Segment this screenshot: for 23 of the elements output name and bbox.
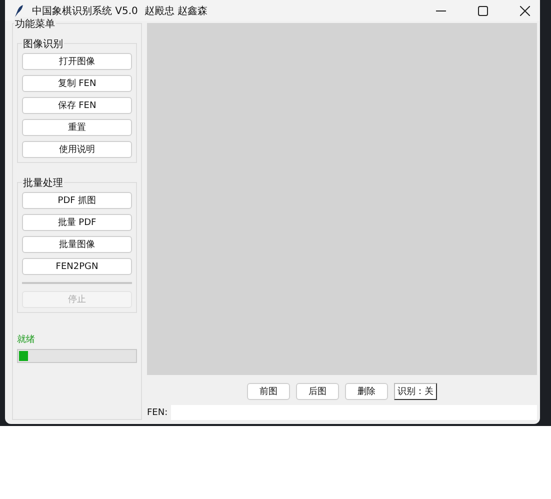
feather-icon (14, 4, 24, 18)
menu-button[interactable]: 打开图像 (22, 53, 132, 70)
toggle-button[interactable]: 识别：关 (394, 383, 437, 400)
fen-input[interactable] (170, 405, 537, 420)
menu-button[interactable]: 使用说明 (22, 141, 132, 158)
window-title: 中国象棋识别系统 V5.0 赵殿忠 赵鑫森 (32, 4, 208, 18)
nav-button[interactable]: 后图 (296, 383, 339, 400)
menu-button[interactable]: 批量图像 (22, 236, 132, 253)
group-title: 图像识别 (22, 37, 64, 51)
menu-button[interactable]: 重置 (22, 119, 132, 136)
menu-title: 功能菜单 (14, 17, 56, 31)
menu-button[interactable]: 复制 FEN (22, 75, 132, 92)
menu-button[interactable]: FEN2PGN (22, 258, 132, 275)
nav-button[interactable]: 删除 (345, 383, 388, 400)
group-title: 批量处理 (22, 176, 64, 190)
menu-button[interactable]: PDF 抓图 (22, 192, 132, 209)
menu-button[interactable]: 批量 PDF (22, 214, 132, 231)
nav-button[interactable]: 前图 (247, 383, 290, 400)
menu-button[interactable]: 保存 FEN (22, 97, 132, 114)
close-icon[interactable] (520, 6, 530, 16)
maximize-icon[interactable] (478, 6, 488, 16)
fen-label: FEN: (147, 408, 168, 418)
status-text: 就绪 (17, 334, 36, 346)
